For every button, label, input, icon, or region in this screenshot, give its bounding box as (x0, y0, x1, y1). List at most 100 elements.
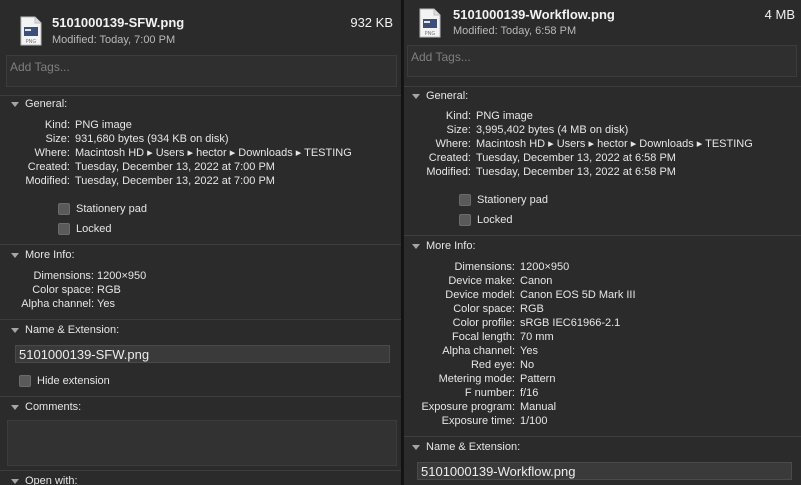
locked-checkbox[interactable]: Locked (459, 214, 512, 226)
info-key: Color space: (32, 284, 94, 296)
info-key: Created: (428, 152, 471, 164)
info-value: Tuesday, December 13, 2022 at 7:00 PM (75, 161, 275, 173)
divider (404, 235, 801, 236)
info-value: PNG image (75, 119, 132, 131)
more-info-section-toggle[interactable]: More Info: (412, 240, 476, 252)
chevron-down-icon (11, 327, 19, 333)
comments-section-toggle[interactable]: Comments: (11, 401, 81, 413)
divider (404, 86, 801, 87)
divider (0, 470, 401, 471)
more-info-section-toggle[interactable]: More Info: (11, 249, 75, 261)
comments-textarea[interactable] (7, 420, 397, 466)
left-info-panel: PNG 5101000139-SFW.png 932 KB Modified: … (0, 0, 402, 485)
info-value: Yes (97, 298, 115, 310)
checkbox-icon (58, 203, 70, 215)
name-extension-section-toggle[interactable]: Name & Extension: (412, 441, 520, 453)
info-key: Kind: (44, 119, 70, 131)
info-key: Modified: (25, 175, 70, 187)
info-value: Macintosh HD ▸ Users ▸ hector ▸ Download… (75, 147, 352, 159)
general-section-toggle[interactable]: General: (11, 98, 67, 110)
checkbox-icon (459, 214, 471, 226)
file-size: 4 MB (764, 7, 795, 22)
info-value: 1200×950 (97, 270, 147, 282)
modified-short: Modified: Today, 7:00 PM (52, 34, 176, 46)
hide-extension-checkbox[interactable]: Hide extension (19, 375, 110, 387)
info-value: No (520, 359, 535, 371)
info-key: Focal length: (452, 331, 515, 343)
info-value: Tuesday, December 13, 2022 at 6:58 PM (476, 152, 676, 164)
checkbox-label: Stationery pad (76, 203, 147, 215)
info-key: Created: (27, 161, 70, 173)
checkbox-label: Locked (477, 214, 513, 226)
name-extension-section-toggle[interactable]: Name & Extension: (11, 324, 119, 336)
name-input[interactable]: 5101000139-Workflow.png (417, 462, 792, 480)
info-key: Size: (446, 124, 471, 136)
chevron-down-icon (412, 243, 420, 249)
section-title: More Info: (426, 240, 476, 252)
info-value: Tuesday, December 13, 2022 at 7:00 PM (75, 175, 275, 187)
divider (0, 244, 401, 245)
info-value: RGB (520, 303, 544, 315)
info-value: Manual (520, 401, 557, 413)
info-key: Kind: (445, 110, 471, 122)
locked-checkbox[interactable]: Locked (58, 223, 111, 235)
file-header: PNG 5101000139-SFW.png 932 KB Modified: … (0, 0, 401, 52)
info-key: Exposure program: (421, 401, 515, 413)
divider (404, 436, 801, 437)
section-title: Comments: (25, 401, 82, 413)
info-key: Color profile: (452, 317, 515, 329)
tags-field[interactable]: Add Tags... (6, 55, 397, 87)
section-title: General: (25, 98, 68, 110)
info-value: f/16 (520, 387, 539, 399)
info-key: Color space: (453, 303, 515, 315)
checkbox-label: Stationery pad (477, 194, 548, 206)
file-size: 932 KB (350, 15, 393, 30)
section-title: Name & Extension: (426, 441, 521, 453)
info-key: Device model: (445, 289, 515, 301)
info-key: Dimensions: (33, 270, 94, 282)
chevron-down-icon (412, 444, 420, 450)
info-value: sRGB IEC61966-2.1 (520, 317, 621, 329)
section-title: Name & Extension: (25, 324, 120, 336)
png-file-icon: PNG (19, 16, 43, 46)
checkbox-label: Locked (76, 223, 112, 235)
info-key: Where: (435, 138, 471, 150)
checkbox-icon (19, 375, 31, 387)
info-key: Modified: (426, 166, 471, 178)
divider (0, 319, 401, 320)
info-key: Metering mode: (438, 373, 515, 385)
info-value: Yes (520, 345, 538, 357)
chevron-down-icon (11, 478, 19, 484)
info-key: Where: (34, 147, 70, 159)
info-key: Red eye: (470, 359, 515, 371)
chevron-down-icon (11, 404, 19, 410)
info-value: RGB (97, 284, 121, 296)
info-key: F number: (464, 387, 515, 399)
info-value: 70 mm (520, 331, 554, 343)
modified-short: Modified: Today, 6:58 PM (453, 25, 577, 37)
file-name-title: 5101000139-SFW.png (52, 15, 185, 30)
info-value: Macintosh HD ▸ Users ▸ hector ▸ Download… (476, 138, 753, 150)
general-section-toggle[interactable]: General: (412, 90, 468, 102)
stationery-pad-checkbox[interactable]: Stationery pad (459, 194, 548, 206)
info-value: 1/100 (520, 415, 548, 427)
file-name-title: 5101000139-Workflow.png (453, 7, 615, 22)
info-value: 1200×950 (520, 261, 570, 273)
right-info-panel: PNG 5101000139-Workflow.png 4 MB Modifie… (404, 0, 801, 485)
chevron-down-icon (11, 252, 19, 258)
png-file-icon: PNG (418, 8, 442, 38)
chevron-down-icon (11, 101, 19, 107)
info-value: Canon (520, 275, 553, 287)
checkbox-icon (58, 223, 70, 235)
name-input[interactable]: 5101000139-SFW.png (15, 345, 390, 363)
stationery-pad-checkbox[interactable]: Stationery pad (58, 203, 147, 215)
info-key: Exposure time: (441, 415, 515, 427)
info-key: Alpha channel: (21, 298, 94, 310)
section-title: More Info: (25, 249, 75, 261)
tags-field[interactable]: Add Tags... (407, 45, 797, 77)
open-with-section-toggle[interactable]: Open with: (11, 475, 78, 485)
info-value: 3,995,402 bytes (4 MB on disk) (476, 124, 629, 136)
section-title: General: (426, 90, 469, 102)
info-key: Size: (45, 133, 70, 145)
svg-text:PNG: PNG (425, 31, 436, 37)
